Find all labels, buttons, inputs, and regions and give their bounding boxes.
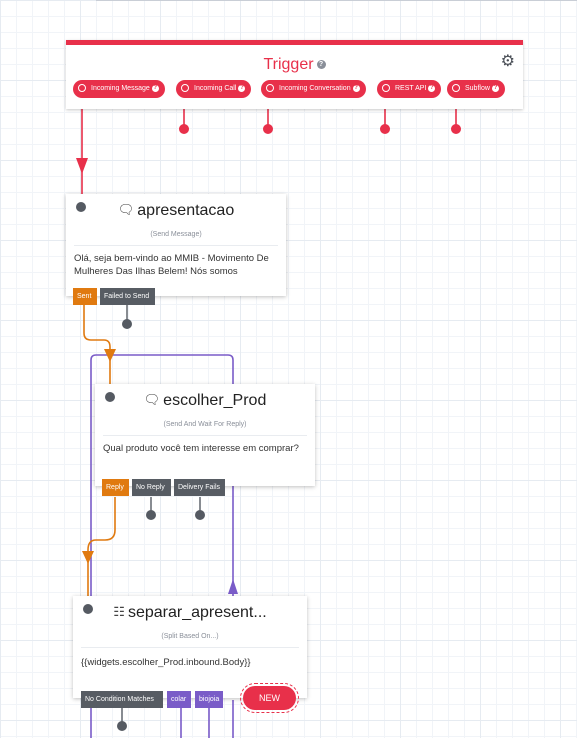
trigger-title: Trigger? — [66, 56, 523, 74]
transition-failed-to-send[interactable]: Failed to Send — [100, 288, 155, 305]
divider — [74, 245, 278, 246]
widget-apresentacao[interactable]: 🗨 apresentacao (Send Message) Olá, seja b… — [66, 194, 286, 296]
trigger-widget[interactable]: Trigger? ⚙ Incoming Message? Incoming Ca… — [66, 40, 523, 109]
trigger-pill-rest-api[interactable]: REST API? — [377, 80, 442, 98]
arrow-head-purple — [228, 579, 238, 594]
circle-icon — [382, 84, 390, 92]
transition-biojoia[interactable]: biojoia — [195, 691, 223, 708]
help-icon[interactable]: ? — [428, 84, 436, 92]
divider — [103, 435, 307, 436]
help-icon[interactable]: ? — [238, 84, 246, 92]
trigger-title-text: Trigger — [263, 56, 314, 73]
help-icon[interactable]: ? — [352, 84, 360, 92]
message-icon: 🗨 — [143, 392, 161, 407]
circle-icon — [78, 84, 86, 92]
trigger-port-subflow[interactable] — [451, 124, 461, 134]
port-no-condition[interactable] — [117, 721, 127, 731]
trigger-port-incoming-conversation[interactable] — [263, 124, 273, 134]
new-transition-button[interactable]: NEW — [240, 683, 299, 713]
widget-escolher-prod[interactable]: 🗨 escolher_Prod (Send And Wait For Reply)… — [95, 384, 315, 486]
widget-type: (Send Message) — [150, 231, 202, 238]
port-failed-to-send[interactable] — [122, 319, 132, 329]
transition-sent[interactable]: Sent — [73, 288, 97, 305]
transition-colar[interactable]: colar — [167, 691, 191, 708]
widget-type: (Split Based On...) — [161, 633, 219, 640]
widget-body: Olá, seja bem-vindo ao MMIB - Movimento … — [74, 253, 269, 277]
arrow-head-orange-2 — [82, 551, 94, 564]
widget-body: {{widgets.escolher_Prod.inbound.Body}} — [81, 657, 251, 668]
arrow-head-red — [76, 158, 88, 174]
trigger-pill-subflow[interactable]: Subflow? — [447, 80, 505, 98]
widget-body: Qual produto você tem interesse em compr… — [103, 443, 299, 454]
gears-icon[interactable]: ⚙ — [501, 51, 515, 71]
trigger-pill-incoming-call[interactable]: Incoming Call? — [176, 80, 252, 98]
help-icon[interactable]: ? — [151, 84, 159, 92]
widget-title: ☷ separar_apresent... — [113, 604, 267, 621]
help-icon[interactable]: ? — [491, 84, 499, 92]
transition-no-reply[interactable]: No Reply — [132, 479, 171, 496]
circle-icon — [181, 84, 189, 92]
trigger-port-incoming-call[interactable] — [179, 124, 189, 134]
circle-icon — [452, 84, 460, 92]
widget-separar-apresent[interactable]: ☷ separar_apresent... (Split Based On...)… — [73, 596, 307, 698]
trigger-port-rest-api[interactable] — [380, 124, 390, 134]
split-icon: ☷ — [113, 604, 125, 619]
transition-reply[interactable]: Reply — [102, 479, 129, 496]
port-delivery-fails[interactable] — [195, 510, 205, 520]
arrow-head-orange-1 — [104, 349, 116, 362]
widget-type: (Send And Wait For Reply) — [163, 421, 247, 428]
widget-title: 🗨 escolher_Prod — [143, 392, 267, 409]
circle-icon — [266, 84, 274, 92]
trigger-pill-incoming-message[interactable]: Incoming Message? — [73, 80, 165, 98]
help-icon[interactable]: ? — [316, 60, 326, 70]
message-icon: 🗨 — [117, 202, 135, 217]
port-no-reply[interactable] — [146, 510, 156, 520]
widget-title: 🗨 apresentacao — [117, 202, 235, 219]
transition-no-condition-matches[interactable]: No Condition Matches — [81, 691, 163, 708]
top-divider — [96, 0, 577, 1]
transition-delivery-fails[interactable]: Delivery Fails — [174, 479, 225, 496]
divider — [81, 647, 299, 648]
trigger-pill-incoming-conversation[interactable]: Incoming Conversation? — [261, 80, 366, 98]
